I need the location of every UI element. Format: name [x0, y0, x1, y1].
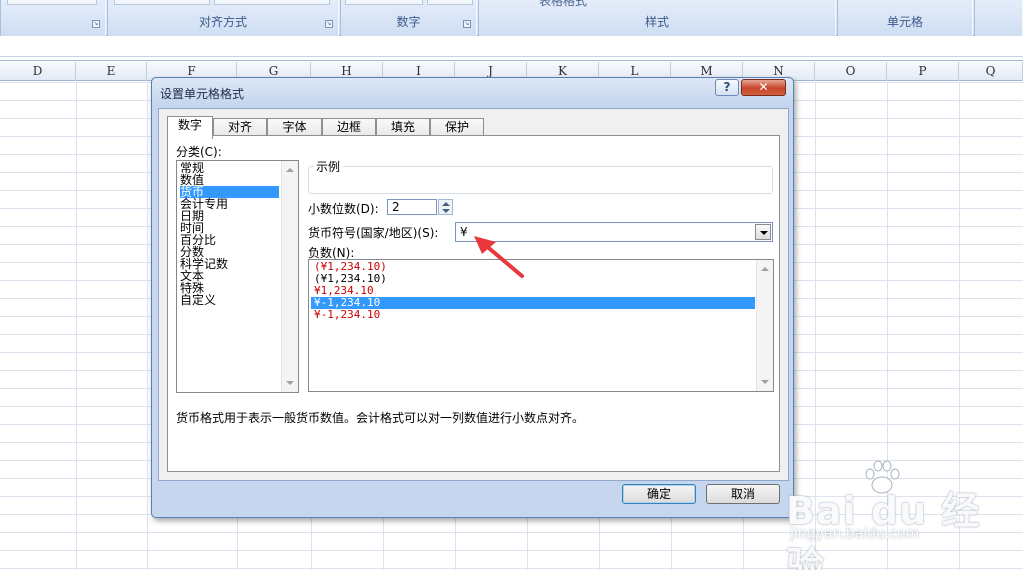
baidu-watermark: Bai du 经验 jingyan.baidu.com — [786, 458, 1016, 570]
scroll-up-icon[interactable] — [286, 168, 294, 172]
category-label: 分类(C): — [176, 145, 222, 159]
currency-symbol-value: ¥ — [460, 225, 468, 239]
ribbon-group-label: 样式 — [644, 15, 669, 29]
category-item[interactable]: 自定义 — [180, 294, 216, 306]
scroll-down-icon[interactable] — [286, 381, 294, 385]
format-description: 货币格式用于表示一般货币数值。会计格式可以对一列数值进行小数点对齐。 — [176, 411, 585, 425]
ribbon-button[interactable] — [114, 0, 210, 5]
negative-numbers-scrollbar[interactable] — [756, 260, 773, 391]
ribbon-button[interactable] — [7, 0, 97, 5]
negative-format-item[interactable]: ¥-1,234.10 — [311, 309, 380, 321]
decimal-places-label: 小数位数(D): — [308, 202, 379, 216]
decimal-places-input[interactable]: 2 — [387, 199, 437, 215]
dialog-launcher-icon[interactable]: ↘ — [92, 20, 100, 28]
ribbon: ↘ 对齐方式 ↘ 数字 ↘ 表格格式 样式 单元格 — [0, 0, 1023, 36]
category-list[interactable]: 常规 数值 货币 会计专用 日期 时间 百分比 分数 科学记数 文本 特殊 自定… — [176, 160, 299, 393]
dialog-launcher-icon[interactable]: ↘ — [325, 20, 333, 28]
ribbon-group-label: 单元格 — [886, 15, 923, 29]
number-tab-panel: 分类(C): 常规 数值 货币 会计专用 日期 时间 百分比 分数 科学记数 文… — [167, 135, 780, 472]
column-header[interactable]: P — [887, 62, 959, 81]
category-scrollbar[interactable] — [281, 161, 298, 392]
table-format-button-label[interactable]: 表格格式 — [539, 0, 587, 9]
dialog-body: 数字 对齐 字体 边框 填充 保护 分类(C): 常规 数值 货币 会计专用 日… — [158, 108, 789, 481]
format-cells-dialog: 设置单元格格式 ? ✕ 数字 对齐 字体 边框 填充 保护 分类(C): 常规 … — [151, 77, 794, 518]
chevron-down-icon — [760, 231, 768, 235]
ribbon-group-editing — [974, 0, 1023, 36]
ribbon-group-number: 数字 ↘ — [340, 0, 477, 36]
sample-label: 示例 — [314, 158, 343, 175]
sample-preview — [308, 166, 773, 194]
close-button[interactable]: ✕ — [741, 79, 786, 96]
spin-down-icon[interactable] — [442, 209, 450, 213]
dialog-launcher-icon[interactable]: ↘ — [463, 20, 471, 28]
watermark-brand: Bai du 经验 — [786, 489, 981, 570]
watermark-url: jingyan.baidu.com — [790, 526, 920, 542]
dialog-title: 设置单元格格式 — [160, 87, 245, 101]
column-header[interactable]: E — [76, 62, 147, 81]
currency-symbol-label: 货币符号(国家/地区)(S): — [308, 226, 439, 240]
ribbon-button[interactable] — [427, 0, 473, 5]
cancel-button[interactable]: 取消 — [706, 484, 780, 504]
ribbon-group-alignment: 对齐方式 ↘ — [107, 0, 339, 36]
help-button[interactable]: ? — [715, 79, 739, 96]
ribbon-group-cells: 单元格 — [837, 0, 973, 36]
dialog-titlebar[interactable]: 设置单元格格式 ? ✕ — [152, 78, 793, 106]
scroll-down-icon[interactable] — [761, 380, 769, 384]
annotation-arrow-icon — [474, 236, 524, 278]
ribbon-group-label: 对齐方式 — [198, 15, 247, 29]
ok-button[interactable]: 确定 — [622, 484, 696, 504]
column-header[interactable]: O — [815, 62, 887, 81]
dropdown-button[interactable] — [755, 224, 771, 240]
ribbon-button[interactable] — [214, 0, 330, 5]
spin-up-icon[interactable] — [442, 202, 450, 206]
scroll-up-icon[interactable] — [761, 267, 769, 271]
ribbon-group-styles: 表格格式 样式 — [478, 0, 836, 36]
ribbon-group-font: ↘ — [0, 0, 106, 36]
ribbon-button[interactable] — [345, 0, 423, 5]
ribbon-group-label: 数字 — [396, 15, 421, 29]
column-header[interactable]: Q — [959, 62, 1023, 81]
column-header[interactable]: D — [0, 62, 76, 81]
formula-bar[interactable] — [0, 37, 1023, 61]
negative-numbers-list[interactable]: (¥1,234.10) (¥1,234.10) ¥1,234.10 ¥-1,23… — [308, 259, 774, 392]
tab-number[interactable]: 数字 — [167, 116, 213, 139]
decimal-places-stepper[interactable] — [438, 199, 453, 215]
